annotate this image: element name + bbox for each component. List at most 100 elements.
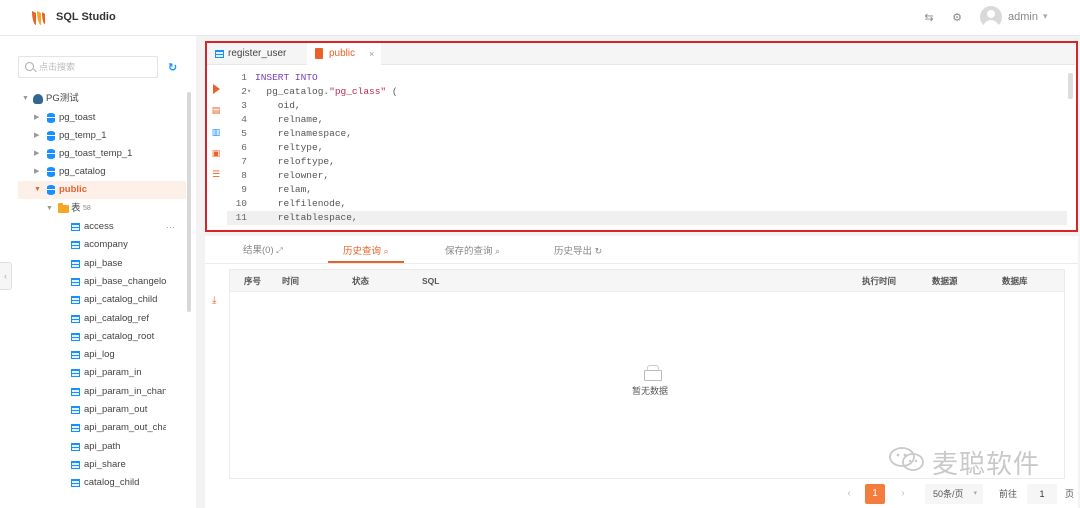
refresh-icon[interactable]: ↻ — [168, 61, 177, 74]
tree-node-table[interactable]: api_param_out — [0, 401, 186, 419]
code-line: 2 ▾ pg_catalog."pg_class" ( — [241, 85, 398, 99]
sql-file-icon — [315, 48, 323, 59]
prev-page-button[interactable]: ‹ — [839, 484, 859, 504]
database-icon — [47, 131, 55, 141]
tree-node-label: 表 — [71, 203, 81, 214]
column-header[interactable]: 序号 — [244, 270, 261, 292]
tree-node-table[interactable]: api_path — [0, 438, 186, 456]
column-header[interactable]: 状态 — [352, 270, 369, 292]
more-icon[interactable]: ··· — [166, 218, 175, 236]
tree-node-table[interactable]: catalog_child — [0, 474, 186, 492]
tab-results[interactable]: 结果(0) ⤢ — [243, 242, 283, 260]
tab-history-export[interactable]: 历史导出 ↻ — [554, 242, 602, 260]
list-icon[interactable]: ☰ — [211, 169, 221, 179]
tree-node-table[interactable]: api_base — [0, 255, 186, 273]
tree-node-label: pg_temp_1 — [59, 130, 107, 141]
chevron-down-icon[interactable]: ▾ — [1043, 11, 1048, 22]
editor-scrollbar[interactable] — [1068, 73, 1073, 99]
watermark-text: 麦聪软件 — [932, 450, 1041, 480]
tree-node-label: api_param_in — [84, 367, 142, 379]
page-button-current[interactable]: 1 — [865, 484, 885, 504]
folder-icon — [58, 203, 69, 213]
table-icon — [71, 406, 80, 414]
column-header[interactable]: SQL — [422, 270, 439, 292]
table-icon — [71, 332, 80, 341]
sidebar-scrollbar[interactable] — [187, 92, 191, 312]
tree-search-box[interactable] — [18, 56, 158, 78]
user-name[interactable]: admin — [1008, 11, 1038, 23]
tree-node-root[interactable]: ▼ PG测试 — [0, 90, 186, 108]
tab-history-query[interactable]: 历史查询 ⌕ — [343, 242, 389, 260]
download-icon[interactable]: ⤓ — [212, 296, 222, 306]
close-icon[interactable]: × — [369, 43, 374, 65]
tree-node-label: pg_catalog — [59, 166, 106, 177]
tree-node-table[interactable]: api_log — [0, 346, 186, 364]
table-icon — [71, 296, 80, 305]
save-icon[interactable]: ▣ — [211, 148, 221, 158]
empty-inbox-icon — [642, 364, 662, 381]
collapse-sidebar-button[interactable]: ‹ — [0, 262, 12, 290]
tab-label: register_user — [228, 48, 287, 59]
tree-node-label: api_share — [84, 458, 126, 470]
tab-saved-query[interactable]: 保存的查询 ⌕ — [445, 242, 500, 260]
table-icon — [71, 351, 80, 360]
code-line: 1 INSERT INTO — [241, 72, 318, 83]
next-page-button[interactable]: › — [893, 484, 913, 504]
translate-icon[interactable]: ⇆ — [922, 11, 936, 25]
tree-node-table[interactable]: acompany — [0, 236, 186, 254]
tree-node-table[interactable]: api_share — [0, 456, 186, 474]
tree-node-schema[interactable]: ▶ pg_toast — [0, 109, 186, 127]
tree-node-table[interactable]: api_catalog_root — [0, 328, 186, 346]
tab-public[interactable]: public × — [307, 43, 381, 65]
app-logo-icon — [32, 11, 45, 25]
caret-right-icon[interactable]: ▶ — [34, 163, 39, 181]
column-header[interactable]: 时间 — [282, 270, 299, 292]
settings-icon[interactable]: ⚙ — [950, 11, 964, 25]
column-header[interactable]: 执行时间 — [862, 270, 896, 292]
top-header: SQL Studio ⇆ ⚙ admin ▾ — [0, 0, 1080, 36]
format-icon[interactable]: ▤ — [211, 105, 221, 115]
tree-node-schema[interactable]: ▶ pg_toast_temp_1 — [0, 145, 186, 163]
explain-icon[interactable]: ▥ — [211, 127, 221, 137]
caret-right-icon[interactable]: ▶ — [34, 145, 39, 163]
caret-right-icon[interactable]: ▶ — [34, 109, 39, 127]
tree-node-schema-active[interactable]: ▼ public — [18, 181, 186, 199]
tree-node-schema[interactable]: ▶ pg_temp_1 — [0, 127, 186, 145]
database-icon — [47, 149, 55, 159]
empty-state-text: 暂无数据 — [632, 386, 669, 396]
tree-node-label: api_path — [84, 440, 121, 452]
tree-node-table[interactable]: api_param_in_chan — [0, 383, 186, 401]
goto-page-input[interactable] — [1027, 484, 1057, 504]
caret-down-icon[interactable]: ▼ — [46, 200, 53, 218]
tab-register-user[interactable]: register_user — [207, 43, 303, 65]
column-header[interactable]: 数据库 — [1002, 270, 1028, 292]
fold-toggle-icon[interactable]: ▾ — [247, 85, 251, 99]
tree-node-label: api_param_in_chan — [84, 385, 166, 397]
search-input[interactable] — [39, 60, 149, 74]
page-size-select[interactable]: 50条/页 ▾ — [925, 484, 983, 504]
tree-node-label: api_catalog_ref — [84, 312, 149, 324]
column-header[interactable]: 数据源 — [932, 270, 958, 292]
code-line: 10 relfilenode, — [235, 198, 347, 209]
caret-down-icon[interactable]: ▼ — [34, 181, 41, 199]
table-icon — [71, 424, 80, 433]
tree-node-label: api_catalog_root — [84, 330, 155, 342]
tree-node-label: PG测试 — [46, 93, 79, 104]
table-icon — [71, 259, 80, 268]
tree-node-label: api_log — [84, 349, 115, 361]
tree-node-table[interactable]: api_param_in — [0, 364, 186, 382]
tree-node-table[interactable]: api_catalog_ref — [0, 310, 186, 328]
tree-node-table-folder[interactable]: ▼ 表 58 — [0, 200, 186, 218]
tree-node-table[interactable]: api_param_out_cha — [0, 419, 186, 437]
avatar[interactable] — [980, 6, 1002, 28]
tree-node-table[interactable]: api_base_changelo — [0, 273, 186, 291]
sidebar: ↻ ▼ PG测试 ▶ pg_toast ▶ pg_temp_1 ▶ pg_toa… — [0, 36, 196, 508]
tree-node-table[interactable]: api_catalog_child — [0, 291, 186, 309]
tree-node-schema[interactable]: ▶ pg_catalog — [0, 163, 186, 181]
code-editor[interactable]: 1 INSERT INTO 2 ▾ pg_catalog."pg_class" … — [227, 71, 1067, 231]
run-icon[interactable] — [213, 84, 220, 94]
caret-right-icon[interactable]: ▶ — [34, 127, 39, 145]
table-icon — [71, 387, 80, 396]
caret-down-icon[interactable]: ▼ — [22, 90, 29, 108]
tree-node-table[interactable]: access ··· — [0, 218, 186, 236]
